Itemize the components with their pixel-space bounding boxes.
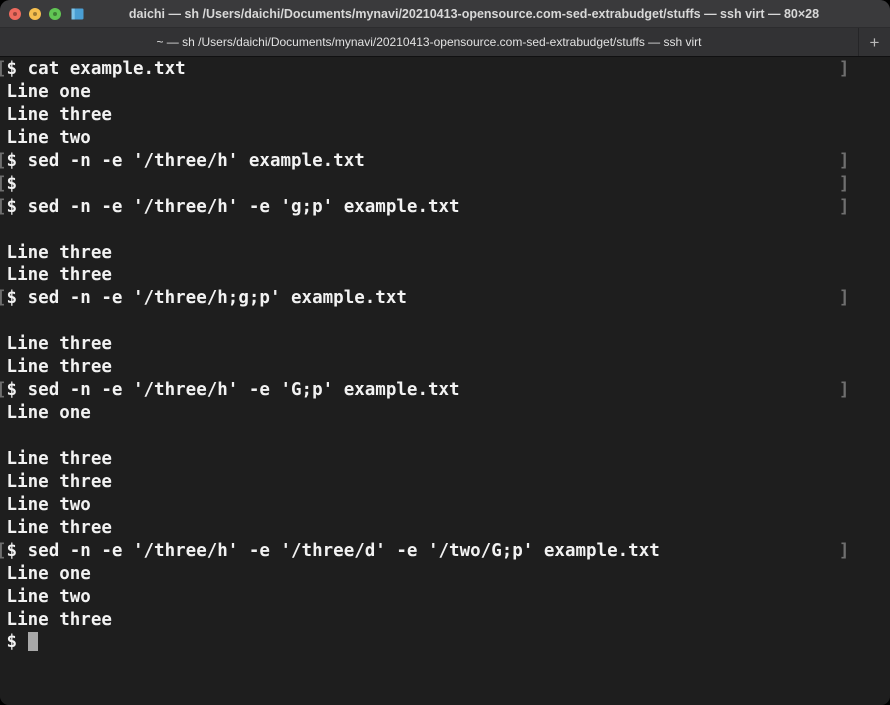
terminal-line-text: Line two xyxy=(6,586,91,607)
window-titlebar[interactable]: daichi — sh /Users/daichi/Documents/myna… xyxy=(0,0,890,28)
terminal-line-text: Line three xyxy=(6,334,112,355)
shell-prompt: $ xyxy=(6,632,28,653)
minimize-window-button[interactable] xyxy=(29,7,41,20)
tab-bar: ~ — sh /Users/daichi/Documents/mynavi/20… xyxy=(0,28,890,57)
terminal-line-text: Line two xyxy=(6,127,91,148)
terminal-line: [$ sed -n -e '/three/h' -e 'G;p' example… xyxy=(0,379,890,402)
terminal-line: Line three xyxy=(0,356,890,379)
terminal-line: Line two xyxy=(0,127,890,150)
terminal-line: Line three xyxy=(0,104,890,127)
terminal-line-text: $ sed -n -e '/three/h;g;p' example.txt xyxy=(6,288,407,309)
terminal-line-text: $ sed -n -e '/three/h' example.txt xyxy=(6,150,365,171)
terminal-line: Line three xyxy=(0,264,890,287)
terminal-line: Line two xyxy=(0,494,890,517)
terminal-output: [$ cat example.txt ] Line one Line three… xyxy=(0,58,890,654)
prompt-bracket-close: ] xyxy=(17,173,850,194)
terminal-line: Line three xyxy=(0,609,890,632)
prompt-bracket-close: ] xyxy=(364,150,850,171)
terminal-line: Line three xyxy=(0,448,890,471)
terminal-line xyxy=(0,425,890,448)
maximize-window-button[interactable] xyxy=(49,7,61,20)
terminal-line-text: Line three xyxy=(6,471,112,492)
terminal-line: Line three xyxy=(0,471,890,494)
terminal-line-text: Line three xyxy=(6,242,112,263)
tab-label: ~ — sh /Users/daichi/Documents/mynavi/20… xyxy=(156,35,702,49)
terminal-line: [$ sed -n -e '/three/h' -e 'g;p' example… xyxy=(0,196,890,219)
terminal-line: Line one xyxy=(0,402,890,425)
terminal-line-text: $ sed -n -e '/three/h' -e '/three/d' -e … xyxy=(6,540,660,561)
terminal-line-text: $ sed -n -e '/three/h' -e 'G;p' example.… xyxy=(6,380,460,401)
terminal-line-text: Line three xyxy=(6,357,112,378)
terminal-line-text: Line three xyxy=(6,517,112,538)
terminal-line-text: Line three xyxy=(6,265,112,286)
terminal-line: Line two xyxy=(0,586,890,609)
prompt-bracket-close: ] xyxy=(659,540,850,561)
close-window-button[interactable] xyxy=(9,7,21,20)
terminal-line-text: Line one xyxy=(6,563,91,584)
terminal-window: daichi — sh /Users/daichi/Documents/myna… xyxy=(0,0,890,705)
terminal-line-text: Line three xyxy=(6,609,112,630)
terminal-line: Line one xyxy=(0,563,890,586)
terminal-prompt-line: $ xyxy=(0,631,890,654)
text-cursor xyxy=(27,632,38,652)
prompt-bracket-close: ] xyxy=(185,59,850,79)
terminal-line: [$ sed -n -e '/three/h' -e '/three/d' -e… xyxy=(0,540,890,563)
terminal-line-text: $ sed -n -e '/three/h' -e 'g;p' example.… xyxy=(6,196,460,217)
terminal-line: Line three xyxy=(0,517,890,540)
terminal-line-text: Line two xyxy=(6,494,91,515)
window-title: daichi — sh /Users/daichi/Documents/myna… xyxy=(128,7,820,21)
terminal-line-text: Line one xyxy=(6,403,91,424)
prompt-bracket-close: ] xyxy=(459,196,850,217)
folder-icon xyxy=(71,8,84,19)
terminal-line: Line three xyxy=(0,333,890,356)
terminal-line-text: $ xyxy=(6,173,18,194)
terminal-line xyxy=(0,219,890,242)
terminal-line: Line three xyxy=(0,242,890,265)
terminal-line: [$ cat example.txt ] xyxy=(0,58,890,81)
terminal-line-text: Line one xyxy=(6,81,91,102)
terminal-line: [$ sed -n -e '/three/h' example.txt ] xyxy=(0,150,890,173)
new-tab-button[interactable]: + xyxy=(859,28,890,56)
terminal-line-text: $ cat example.txt xyxy=(6,59,186,79)
terminal-line-text: Line three xyxy=(6,448,112,469)
tab-active[interactable]: ~ — sh /Users/daichi/Documents/mynavi/20… xyxy=(0,28,859,56)
terminal-line: [$ ] xyxy=(0,173,890,196)
terminal-line xyxy=(0,310,890,333)
terminal-line: [$ sed -n -e '/three/h;g;p' example.txt … xyxy=(0,287,890,310)
terminal-line: Line one xyxy=(0,81,890,104)
terminal-screen[interactable]: [$ cat example.txt ] Line one Line three… xyxy=(0,57,890,705)
prompt-bracket-close: ] xyxy=(459,380,850,401)
terminal-line-text: Line three xyxy=(6,104,112,125)
prompt-bracket-close: ] xyxy=(406,288,850,309)
window-controls xyxy=(9,7,61,20)
